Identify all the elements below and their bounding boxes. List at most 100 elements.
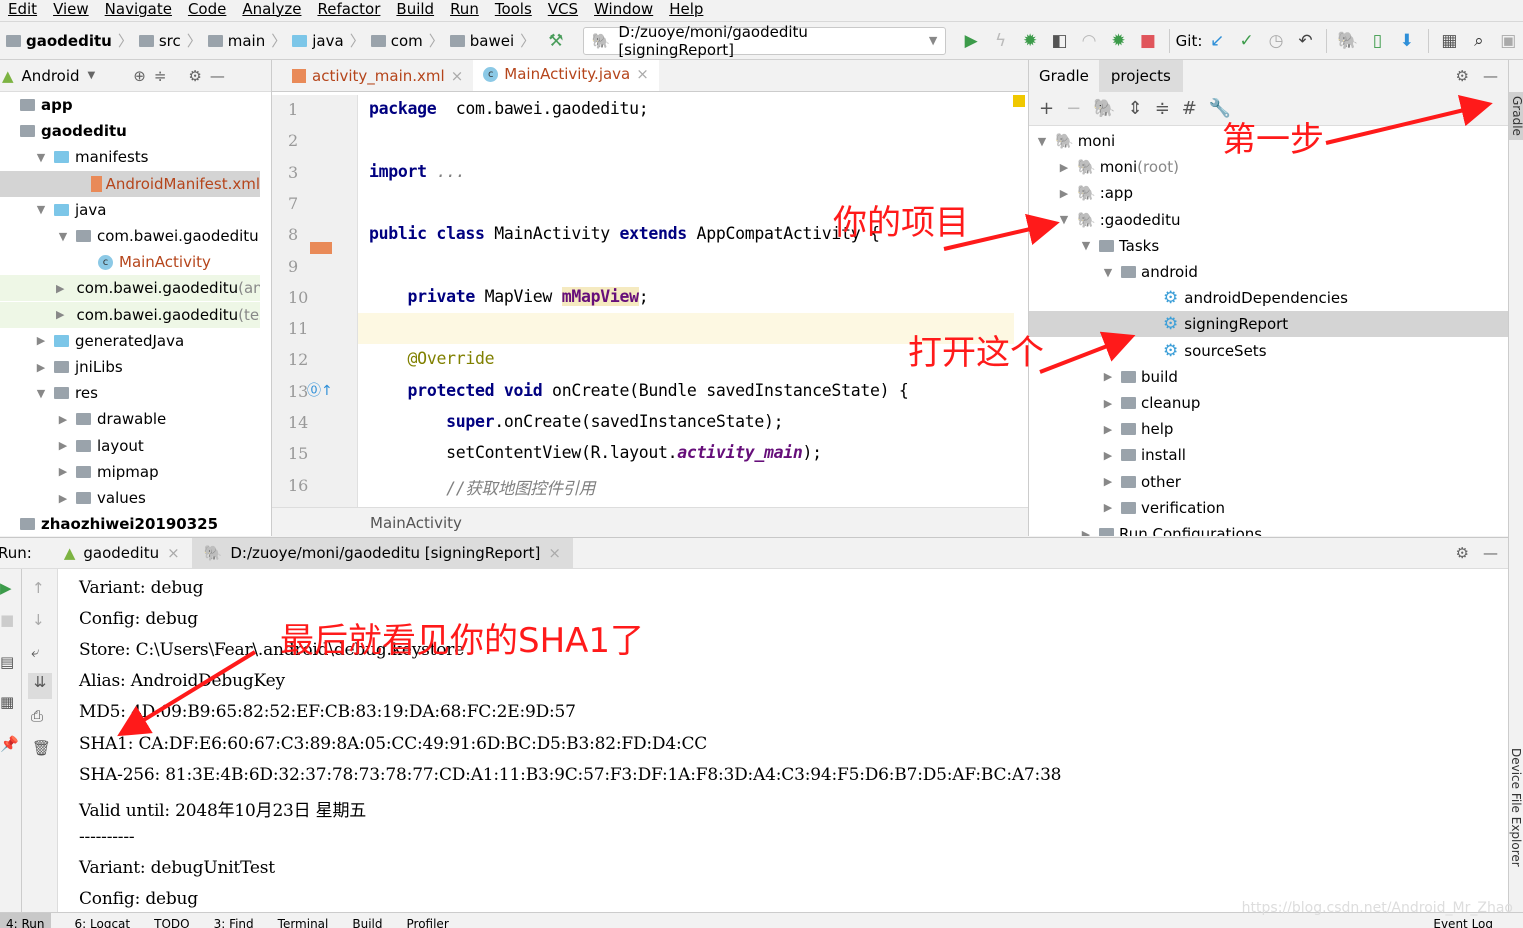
gradle-tree-item[interactable]: ▶ 🐘:app xyxy=(1029,180,1509,206)
expand-arrow-icon[interactable]: ▶ xyxy=(1101,370,1115,383)
gradle-tree-item[interactable]: ▶ Run Configurations xyxy=(1029,521,1509,536)
sdk-manager-icon[interactable]: ⬇ xyxy=(1392,31,1421,51)
menu-refactor[interactable]: Refactor xyxy=(309,0,388,20)
menu-analyze[interactable]: Analyze xyxy=(234,0,309,20)
tool-window-3-find[interactable]: 3: Find xyxy=(214,913,254,928)
breadcrumb-item[interactable]: src xyxy=(138,32,181,50)
expand-arrow-icon[interactable]: ▶ xyxy=(56,308,64,321)
tree-item[interactable]: ▼ res xyxy=(0,380,260,406)
expand-arrow-icon[interactable]: ▶ xyxy=(34,361,48,374)
menu-build[interactable]: Build xyxy=(388,0,442,20)
git-update-icon[interactable]: ↙ xyxy=(1202,31,1231,51)
tree-item[interactable]: gaodeditu xyxy=(0,118,260,144)
expand-arrow-icon[interactable]: ▶ xyxy=(1057,161,1071,174)
expand-arrow-icon[interactable]: ▶ xyxy=(1101,475,1115,488)
tree-item[interactable]: ▶ com.bawei.gaodeditu (androidTest) xyxy=(0,275,260,302)
tree-item[interactable]: c MainActivity xyxy=(0,249,260,275)
tree-item[interactable]: ▶ jniLibs xyxy=(0,354,260,380)
run-icon[interactable]: ▶ xyxy=(956,31,985,51)
git-history-icon[interactable]: ◷ xyxy=(1261,31,1290,51)
minimize-icon[interactable]: — xyxy=(1483,67,1498,85)
gradle-tree-item[interactable]: ▶ install xyxy=(1029,442,1509,468)
breadcrumb-item[interactable]: main xyxy=(207,32,265,50)
tree-item[interactable]: ▼ com.bawei.gaodeditu xyxy=(0,223,260,249)
tree-item[interactable]: ▶ mipmap xyxy=(0,459,260,485)
code-area[interactable]: package com.bawei.gaodeditu; import ... pu… xyxy=(272,95,1014,507)
gear-icon[interactable]: ⚙ xyxy=(188,67,201,85)
expand-arrow-icon[interactable]: ▶ xyxy=(1101,397,1115,410)
tool-window-terminal[interactable]: Terminal xyxy=(278,913,329,928)
collapse-all-icon[interactable]: ≑ xyxy=(1155,98,1170,119)
project-view-select[interactable]: Android xyxy=(22,67,80,85)
menu-help[interactable]: Help xyxy=(661,0,711,20)
tree-item[interactable]: zhaozhiwei20190325 xyxy=(0,511,260,537)
breadcrumb-item[interactable]: java xyxy=(292,32,344,50)
tab-mainactivity-java[interactable]: c MainActivity.java × xyxy=(473,60,659,91)
breadcrumb-item[interactable]: gaodeditu xyxy=(6,32,112,50)
close-icon[interactable]: × xyxy=(451,67,464,85)
gradle-side-tab[interactable]: Gradle xyxy=(1509,92,1523,140)
avd-manager-icon[interactable]: ▯ xyxy=(1363,31,1392,51)
tool-window-build[interactable]: Build xyxy=(352,913,382,928)
apply-changes-icon[interactable]: ϟ xyxy=(986,31,1015,51)
stop-icon[interactable]: ■ xyxy=(1133,31,1162,51)
run-coverage-icon[interactable]: ◧ xyxy=(1045,31,1074,51)
tree-item[interactable]: ▼ java xyxy=(0,197,260,223)
expand-arrow-icon[interactable]: ▼ xyxy=(1101,266,1115,279)
tool-window-profiler[interactable]: Profiler xyxy=(407,913,449,928)
gradle-tree-item[interactable]: ⚙ androidDependencies xyxy=(1029,285,1509,311)
gradle-sync-icon[interactable]: 🐘 xyxy=(1333,31,1362,51)
tree-item[interactable]: ▶ generatedJava xyxy=(0,328,260,354)
gradle-tree-item[interactable]: ▶ other xyxy=(1029,469,1509,495)
tree-item[interactable]: AndroidManifest.xml xyxy=(0,170,260,197)
expand-arrow-icon[interactable]: ▶ xyxy=(1057,187,1071,200)
expand-arrow-icon[interactable]: ▼ xyxy=(1057,213,1071,226)
menu-code[interactable]: Code xyxy=(180,0,234,20)
minimize-icon[interactable]: — xyxy=(210,67,225,85)
build-hammer-icon[interactable]: ⚒ xyxy=(541,31,570,51)
console-output[interactable]: Variant: debug Config: debug Store: C:\Use… xyxy=(0,538,1500,913)
add-icon[interactable]: + xyxy=(1039,98,1054,119)
chevron-down-icon[interactable]: ▼ xyxy=(88,70,96,81)
profile-icon[interactable]: ◠ xyxy=(1074,31,1103,51)
expand-arrow-icon[interactable]: ▶ xyxy=(56,492,70,505)
tree-item[interactable]: app xyxy=(0,92,260,118)
expand-all-icon[interactable]: ⇕ xyxy=(1128,98,1143,119)
git-commit-icon[interactable]: ✓ xyxy=(1232,31,1261,51)
breadcrumb-item[interactable]: bawei xyxy=(449,32,514,50)
revert-icon[interactable]: ↶ xyxy=(1291,31,1320,51)
menu-navigate[interactable]: Navigate xyxy=(97,0,180,20)
tree-item[interactable]: ▼ manifests xyxy=(0,144,260,170)
tool-window-4-run[interactable]: 4: Run xyxy=(0,913,51,928)
remove-icon[interactable]: − xyxy=(1066,98,1081,119)
menu-view[interactable]: View xyxy=(45,0,97,20)
menu-tools[interactable]: Tools xyxy=(487,0,540,20)
expand-arrow-icon[interactable]: ▶ xyxy=(56,439,70,452)
refresh-gradle-icon[interactable]: 🐘 xyxy=(1093,98,1115,119)
expand-arrow-icon[interactable]: ▼ xyxy=(34,387,48,400)
menu-window[interactable]: Window xyxy=(586,0,661,20)
gradle-tree-item[interactable]: ▼ Tasks xyxy=(1029,233,1509,259)
expand-arrow-icon[interactable]: ▼ xyxy=(1079,239,1093,252)
close-icon[interactable]: × xyxy=(636,65,649,83)
search-icon[interactable]: ⌕ xyxy=(1464,31,1493,51)
expand-arrow-icon[interactable]: ▶ xyxy=(1101,449,1115,462)
gear-icon[interactable]: ⚙ xyxy=(1456,67,1469,85)
tab-activity_main-xml[interactable]: activity_main.xml × xyxy=(282,60,473,91)
breadcrumb-item[interactable]: com xyxy=(370,32,423,50)
tab-projects[interactable]: projects xyxy=(1098,60,1183,92)
tree-item[interactable]: ▶ values xyxy=(0,485,260,511)
expand-arrow-icon[interactable]: ▼ xyxy=(34,151,48,164)
run-configuration-select[interactable]: 🐘 D:/zuoye/moni/gaodeditu [signingReport… xyxy=(582,23,947,59)
attach-debugger-icon[interactable]: ✹ xyxy=(1104,31,1133,51)
tree-item[interactable]: ▶ com.bawei.gaodeditu (test) xyxy=(0,301,260,328)
expand-arrow-icon[interactable]: ▼ xyxy=(1035,135,1049,148)
tool-window-6-logcat[interactable]: 6: Logcat xyxy=(75,913,131,928)
expand-arrow-icon[interactable]: ▼ xyxy=(34,203,48,216)
user-icon[interactable]: ▣ xyxy=(1494,31,1523,51)
offline-mode-icon[interactable]: # xyxy=(1182,98,1197,119)
gradle-tree-item[interactable]: ▼ android xyxy=(1029,259,1509,285)
tree-item[interactable]: ▶ layout xyxy=(0,433,260,459)
menu-vcs[interactable]: VCS xyxy=(540,0,586,20)
expand-arrow-icon[interactable]: ▶ xyxy=(56,282,64,295)
